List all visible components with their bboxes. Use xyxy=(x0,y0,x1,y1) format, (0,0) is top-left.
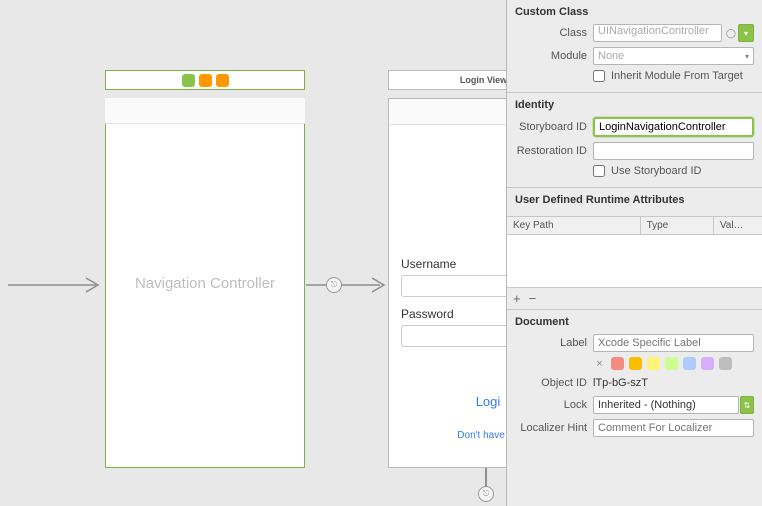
restoration-id-label: Restoration ID xyxy=(515,145,587,157)
navigation-controller-body[interactable]: Navigation Controller xyxy=(105,98,305,468)
use-storyboard-id-label: Use Storyboard ID xyxy=(611,165,701,177)
inherit-module-label: Inherit Module From Target xyxy=(611,70,743,82)
restoration-id-input[interactable] xyxy=(593,142,754,160)
class-label: Class xyxy=(515,27,587,39)
segue-line xyxy=(485,468,487,488)
swatch-gray[interactable] xyxy=(719,357,732,370)
lock-dropdown[interactable]: Inherited - (Nothing) xyxy=(593,396,739,414)
segue-icon[interactable]: ⎋ xyxy=(326,277,342,293)
first-responder-icon xyxy=(182,74,195,87)
label-color-swatches: × xyxy=(593,357,754,370)
swatch-yellow[interactable] xyxy=(647,357,660,370)
scene-header[interactable] xyxy=(105,70,305,90)
document-label-label: Label xyxy=(515,337,587,349)
class-input[interactable]: UINavigationController xyxy=(593,24,722,42)
swatch-none[interactable]: × xyxy=(593,357,606,370)
identity-inspector-panel: Custom Class Class UINavigationControlle… xyxy=(506,0,762,506)
storyboard-canvas[interactable]: Navigation Controller ⎋ Login View C Use… xyxy=(0,0,506,506)
object-id-label: Object ID xyxy=(515,377,587,389)
entry-arrow xyxy=(8,273,104,297)
object-id-value: lTp-bG-szT xyxy=(593,375,648,391)
remove-attribute-button[interactable]: − xyxy=(529,291,537,306)
clear-class-icon[interactable]: ◯ xyxy=(726,28,736,39)
identity-section: Identity Storyboard ID Restoration ID Us… xyxy=(507,93,762,188)
navigation-controller-label: Navigation Controller xyxy=(135,275,275,292)
runtime-table-footer: + − xyxy=(507,287,762,309)
exit-icon xyxy=(199,74,212,87)
custom-class-section: Custom Class Class UINavigationControlle… xyxy=(507,0,762,93)
custom-class-title: Custom Class xyxy=(515,6,754,18)
class-dropdown-button[interactable]: ▾ xyxy=(738,24,754,42)
lock-dropdown-button[interactable]: ⇅ xyxy=(740,396,754,414)
col-type[interactable]: Type xyxy=(641,217,714,234)
runtime-table-body[interactable] xyxy=(507,235,762,287)
swatch-red[interactable] xyxy=(611,357,624,370)
swatch-orange[interactable] xyxy=(629,357,642,370)
document-label-input[interactable] xyxy=(593,334,754,352)
bottom-segue-icon[interactable]: ⎋ xyxy=(478,486,494,502)
localizer-hint-label: Localizer Hint xyxy=(515,422,587,434)
segue-arrow xyxy=(306,273,388,297)
identity-title: Identity xyxy=(515,99,754,111)
runtime-attributes-section: User Defined Runtime Attributes Key Path… xyxy=(507,188,762,310)
inherit-module-checkbox[interactable] xyxy=(593,70,605,82)
add-attribute-button[interactable]: + xyxy=(513,291,521,306)
col-value[interactable]: Val… xyxy=(714,217,762,234)
localizer-hint-input[interactable] xyxy=(593,419,754,437)
swatch-green[interactable] xyxy=(665,357,678,370)
module-dropdown[interactable]: None▾ xyxy=(593,47,754,65)
runtime-table-header: Key Path Type Val… xyxy=(507,216,762,235)
swatch-blue[interactable] xyxy=(683,357,696,370)
document-section: Document Label × Object ID lTp-bG-szT Lo… xyxy=(507,310,762,450)
storyboard-id-input[interactable] xyxy=(593,117,754,137)
storyboard-ref-icon xyxy=(216,74,229,87)
col-keypath[interactable]: Key Path xyxy=(507,217,641,234)
lock-label: Lock xyxy=(515,399,587,411)
use-storyboard-id-checkbox[interactable] xyxy=(593,165,605,177)
module-label: Module xyxy=(515,50,587,62)
nav-bar xyxy=(105,98,305,124)
navigation-controller-scene[interactable]: Navigation Controller xyxy=(105,70,305,468)
storyboard-id-label: Storyboard ID xyxy=(515,121,587,133)
swatch-purple[interactable] xyxy=(701,357,714,370)
document-title: Document xyxy=(515,316,754,328)
runtime-attributes-title: User Defined Runtime Attributes xyxy=(507,188,762,210)
